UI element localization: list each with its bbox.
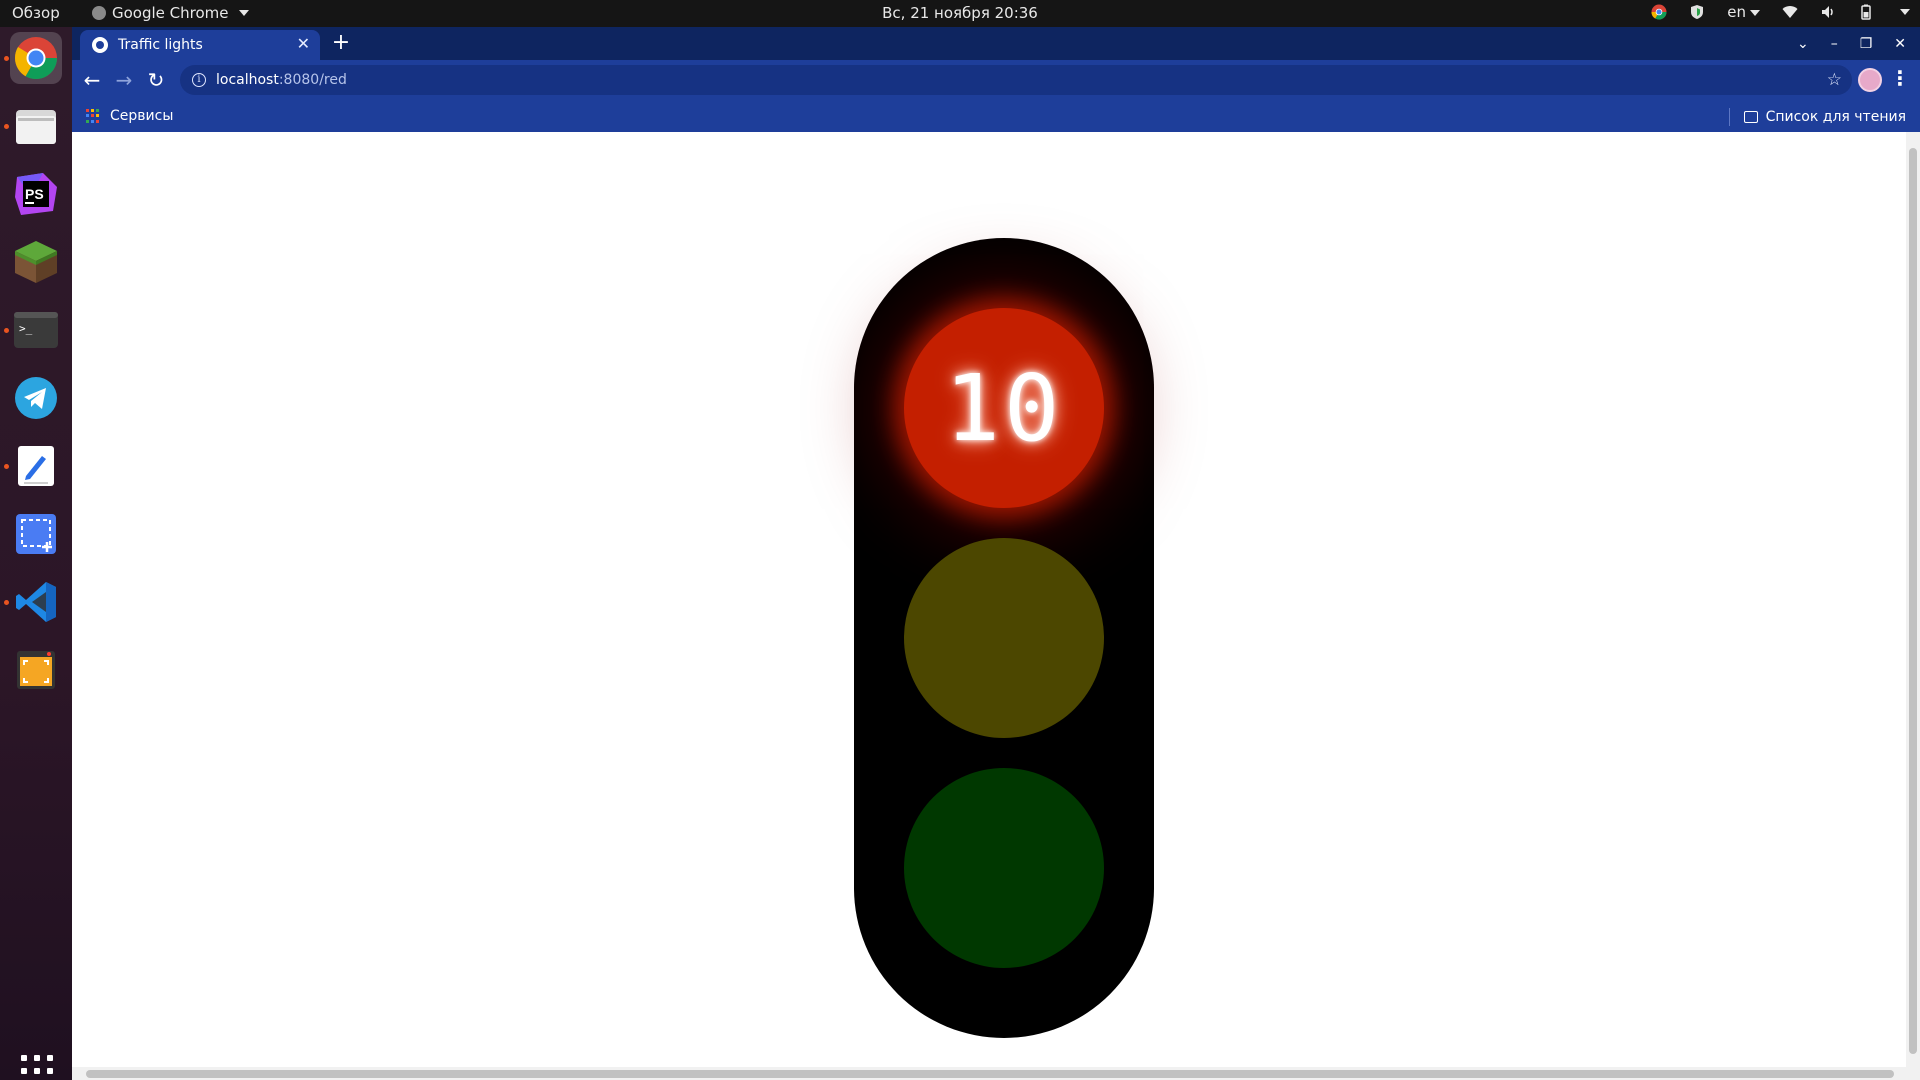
vertical-scroll-thumb[interactable] [1909,148,1917,1054]
tab-title: Traffic lights [118,37,203,53]
back-button[interactable]: ← [78,66,106,94]
tab-traffic-lights[interactable]: Traffic lights ✕ [80,30,320,60]
clock[interactable]: Вс, 21 ноября 20:36 [882,4,1038,22]
chevron-down-icon [238,10,249,16]
screen-recorder-icon [17,651,55,689]
apps-grid-icon [86,109,100,123]
yellow-lamp [904,538,1104,738]
dock-minecraft[interactable] [10,236,62,288]
countdown-timer: 10 [944,354,1064,462]
horizontal-scrollbar[interactable] [72,1067,1920,1080]
dock-chrome[interactable] [10,32,62,84]
battery-icon[interactable] [1858,4,1874,20]
dock-telegram[interactable] [10,372,62,424]
reload-button[interactable]: ↻ [142,66,170,94]
traffic-light: 10 [854,238,1154,1038]
vscode-icon [16,582,56,622]
dock-text-editor[interactable] [10,440,62,492]
shield-icon[interactable] [1689,4,1705,20]
dock: PS >_ [0,27,72,1080]
folder-icon [16,110,56,144]
dock-terminal[interactable]: >_ [10,304,62,356]
red-lamp: 10 [904,308,1104,508]
close-window-icon[interactable]: ✕ [1894,36,1906,52]
browser-toolbar: ← → ↻ i localhost:8080/red ☆ ⋮ [72,60,1920,100]
phpstorm-icon: PS [15,173,57,215]
chrome-menu-icon[interactable]: ⋮ [1890,66,1910,90]
vertical-scrollbar[interactable] [1906,132,1920,1074]
new-tab-button[interactable]: + [328,31,354,57]
address-bar[interactable]: i localhost:8080/red ☆ [180,65,1852,95]
tab-search-chevron-icon[interactable]: ⌄ [1797,36,1809,52]
keyboard-layout-label: en [1727,3,1746,21]
running-indicator [4,464,9,469]
chrome-tray-icon[interactable] [1651,4,1667,20]
system-top-bar: Обзор Google Chrome Вс, 21 ноября 20:36 … [0,0,1920,27]
wifi-icon[interactable] [1782,4,1798,20]
running-indicator [4,600,9,605]
svg-text:>_: >_ [19,322,33,335]
grass-block-icon [15,241,57,283]
running-indicator [4,328,9,333]
close-icon[interactable]: ✕ [297,34,310,53]
text-editor-icon [18,446,54,486]
app-menu[interactable]: Google Chrome [92,4,249,22]
window-controls: ⌄ – ❐ ✕ [1797,27,1920,60]
reading-list-button[interactable]: Список для чтения [1728,108,1906,126]
profile-avatar[interactable] [1858,68,1882,92]
horizontal-scroll-thumb[interactable] [86,1070,1894,1078]
telegram-icon [15,377,57,419]
bookmark-apps[interactable]: Сервисы [86,108,173,124]
page-viewport: 10 [72,132,1920,1080]
running-indicator [4,124,9,129]
dock-vscode[interactable] [10,576,62,628]
dock-screenshot[interactable] [10,508,62,560]
app-menu-label: Google Chrome [112,4,229,22]
svg-text:PS: PS [25,186,44,202]
browser-window: Traffic lights ✕ + ⌄ – ❐ ✕ ← → ↻ i local… [72,27,1920,1080]
show-applications-button[interactable] [21,1055,53,1080]
dock-phpstorm[interactable]: PS [10,168,62,220]
volume-icon[interactable] [1820,4,1836,20]
terminal-icon: >_ [14,312,58,348]
minimize-icon[interactable]: – [1831,36,1838,52]
reading-list-label: Список для чтения [1765,109,1906,125]
screenshot-icon [16,514,56,554]
activities-button[interactable]: Обзор [12,4,60,22]
chrome-icon [14,37,58,80]
forward-button[interactable]: → [110,66,138,94]
bookmarks-bar: Сервисы Список для чтения [72,100,1920,132]
tab-strip: Traffic lights ✕ + ⌄ – ❐ ✕ [72,27,1920,60]
reading-list-icon [1743,111,1758,123]
dock-screen-recorder[interactable] [10,644,62,696]
url-host: localhost [216,72,279,88]
restore-icon[interactable]: ❐ [1860,36,1873,52]
dock-files[interactable] [10,100,62,152]
system-menu-chevron-icon[interactable] [1900,9,1910,15]
bookmark-apps-label: Сервисы [110,108,174,124]
url-path: :8080/red [278,72,347,88]
chevron-down-icon [1750,9,1760,16]
running-indicator [4,56,9,61]
globe-icon [92,37,108,53]
bookmark-star-icon[interactable]: ☆ [1827,70,1842,90]
green-lamp [904,768,1104,968]
keyboard-layout-indicator[interactable]: en [1727,3,1760,21]
system-tray: en [1651,3,1910,21]
site-info-icon[interactable]: i [192,73,206,87]
chrome-app-icon [92,6,106,20]
